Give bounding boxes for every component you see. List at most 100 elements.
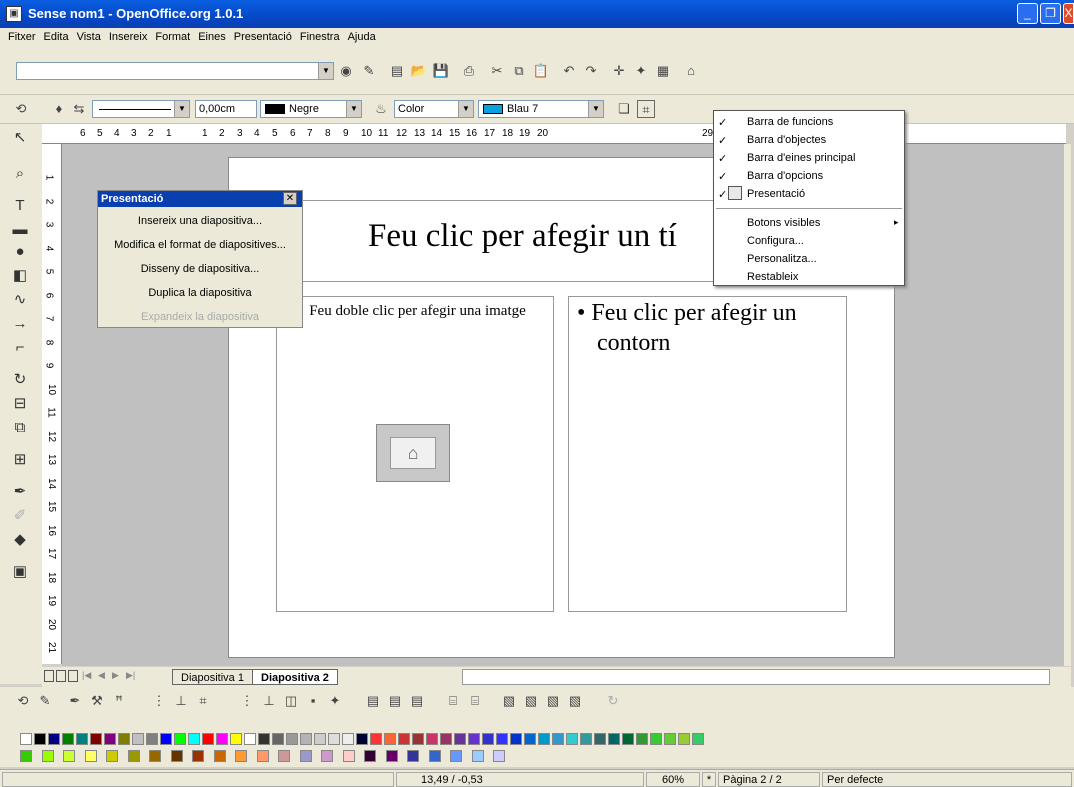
menu-item-configure[interactable]: Configura... [747, 235, 804, 247]
horizontal-scrollbar[interactable] [462, 669, 1050, 685]
line-width-field[interactable]: 0,00cm [195, 100, 257, 118]
redo-icon[interactable]: ↷ [582, 62, 600, 80]
color-swatch[interactable] [636, 733, 648, 745]
color-swatch[interactable] [62, 733, 74, 745]
slideshow-icon[interactable]: ▣ [10, 562, 30, 582]
snap-border-icon[interactable]: ◫ [282, 692, 300, 710]
menu-2[interactable]: Vista [77, 31, 101, 43]
color-swatch[interactable] [364, 750, 376, 762]
new-document-icon[interactable]: ▤ [388, 62, 406, 80]
color-swatch[interactable] [34, 733, 46, 745]
no-color-swatch[interactable] [20, 733, 32, 745]
gallery-icon[interactable]: ▦ [654, 62, 672, 80]
color-swatch[interactable] [552, 733, 564, 745]
connector-icon[interactable]: ⌐ [10, 338, 30, 358]
menu-item-main-toolbar[interactable]: Barra d'eines principal [747, 152, 856, 164]
menu-item-customize[interactable]: Personalitza... [747, 253, 817, 265]
color-swatch[interactable] [20, 750, 32, 762]
color-swatch[interactable] [622, 733, 634, 745]
status-zoom[interactable]: 60% [646, 772, 700, 787]
arrange-icon[interactable]: ⧉ [10, 418, 30, 438]
alignment-icon[interactable]: ⊟ [10, 394, 30, 414]
fill-color-select[interactable]: Blau 7 ▼ [478, 100, 604, 118]
color-swatch[interactable] [213, 750, 226, 762]
insert-icon[interactable]: ⊞ [10, 450, 30, 470]
color-swatch[interactable] [244, 733, 256, 745]
menu-item-presentation[interactable]: Presentació [747, 188, 805, 200]
color-swatch[interactable] [482, 733, 494, 745]
color-swatch[interactable] [230, 733, 242, 745]
zoom-icon[interactable]: ⌕ [10, 164, 30, 184]
color-swatch[interactable] [594, 733, 606, 745]
guides-icon[interactable]: ⌗ [194, 692, 212, 710]
color-swatch[interactable] [272, 733, 284, 745]
color-swatch[interactable] [580, 733, 592, 745]
color-swatch[interactable] [428, 750, 441, 762]
paste-icon[interactable]: 📋 [532, 62, 550, 80]
color-swatch[interactable] [678, 733, 690, 745]
big-handles-icon[interactable]: ⌸ [466, 692, 484, 710]
tab-slide-1[interactable]: Diapositiva 1 [172, 669, 253, 685]
first-slide-icon[interactable]: |◀ [82, 670, 91, 681]
color-swatch[interactable] [90, 733, 102, 745]
snap-lines-icon[interactable]: ⊥ [172, 692, 190, 710]
color-swatch[interactable] [235, 750, 247, 762]
color-swatch[interactable] [496, 733, 508, 745]
color-swatch[interactable] [174, 733, 186, 745]
color-swatch[interactable] [538, 733, 550, 745]
color-swatch[interactable] [370, 733, 382, 745]
format-paintbrush-icon[interactable]: ⚒ [88, 692, 106, 710]
menu-1[interactable]: Edita [44, 31, 69, 43]
shadow-icon[interactable]: ❏ [615, 100, 633, 118]
notes-view-icon[interactable] [68, 670, 78, 682]
color-swatch[interactable] [510, 733, 522, 745]
color-swatch[interactable] [608, 733, 620, 745]
color-swatch[interactable] [202, 733, 214, 745]
url-combo[interactable]: ▼ [16, 62, 334, 80]
cut-icon[interactable]: ✂ [488, 62, 506, 80]
color-swatch[interactable] [321, 750, 333, 762]
print-icon[interactable]: ⎙ [460, 62, 478, 80]
menu-item-option-bar[interactable]: Barra d'opcions [747, 170, 823, 182]
rotate-icon[interactable]: ↻ [10, 370, 30, 390]
datasource-icon[interactable]: ⌂ [682, 62, 700, 80]
color-swatch[interactable] [118, 733, 130, 745]
color-swatch[interactable] [692, 733, 704, 745]
autospell-icon[interactable]: ▤ [386, 692, 404, 710]
open-folder-icon[interactable]: 📂 [410, 62, 428, 80]
color-swatch[interactable] [471, 750, 484, 762]
menu-3[interactable]: Insereix [109, 31, 148, 43]
snap-grid-icon[interactable]: ⋮ [238, 692, 256, 710]
stop-icon[interactable]: ◉ [337, 62, 355, 80]
panel-item-duplicate-slide[interactable]: Duplica la diapositiva [98, 287, 302, 299]
tab-slide-2[interactable]: Diapositiva 2 [252, 669, 338, 685]
menu-5[interactable]: Eines [198, 31, 226, 43]
styles-icon[interactable]: ⟲ [14, 692, 32, 710]
spellcheck-icon[interactable]: ▤ [364, 692, 382, 710]
color-swatch[interactable] [132, 733, 144, 745]
language-icon[interactable]: ▤ [408, 692, 426, 710]
menu-item-visible-buttons[interactable]: Botons visibles [747, 217, 820, 229]
color-swatch[interactable] [300, 733, 312, 745]
color-swatch[interactable] [328, 733, 340, 745]
presentation-box-icon[interactable]: ⌗ [637, 100, 655, 118]
arrow-style-icon[interactable]: ⇆ [70, 100, 88, 118]
color-swatch[interactable] [454, 733, 466, 745]
pen-icon[interactable]: ✎ [36, 692, 54, 710]
line-icon[interactable]: ♦ [50, 100, 68, 118]
navigator-icon[interactable]: ✛ [610, 62, 628, 80]
3d-controller-icon[interactable]: ◆ [10, 530, 30, 550]
snap-points-icon[interactable]: ✦ [326, 692, 344, 710]
shadow-text-icon[interactable]: ꟸ [110, 692, 128, 710]
dropdown-arrow-icon[interactable]: ▼ [318, 63, 333, 79]
fill-type-select[interactable]: Color ▼ [394, 100, 474, 118]
maximize-button[interactable]: ❐ [1040, 3, 1061, 24]
rectangle-icon[interactable]: ▬ [10, 220, 30, 240]
quick-edit-icon[interactable]: ▧ [500, 692, 518, 710]
color-swatch[interactable] [385, 750, 398, 762]
dropdown-arrow-icon[interactable]: ▼ [346, 101, 361, 117]
copy-icon[interactable]: ⧉ [510, 62, 528, 80]
line-color-select[interactable]: Negre ▼ [260, 100, 362, 118]
color-swatch[interactable] [426, 733, 438, 745]
vertical-scrollbar[interactable] [1064, 144, 1071, 666]
